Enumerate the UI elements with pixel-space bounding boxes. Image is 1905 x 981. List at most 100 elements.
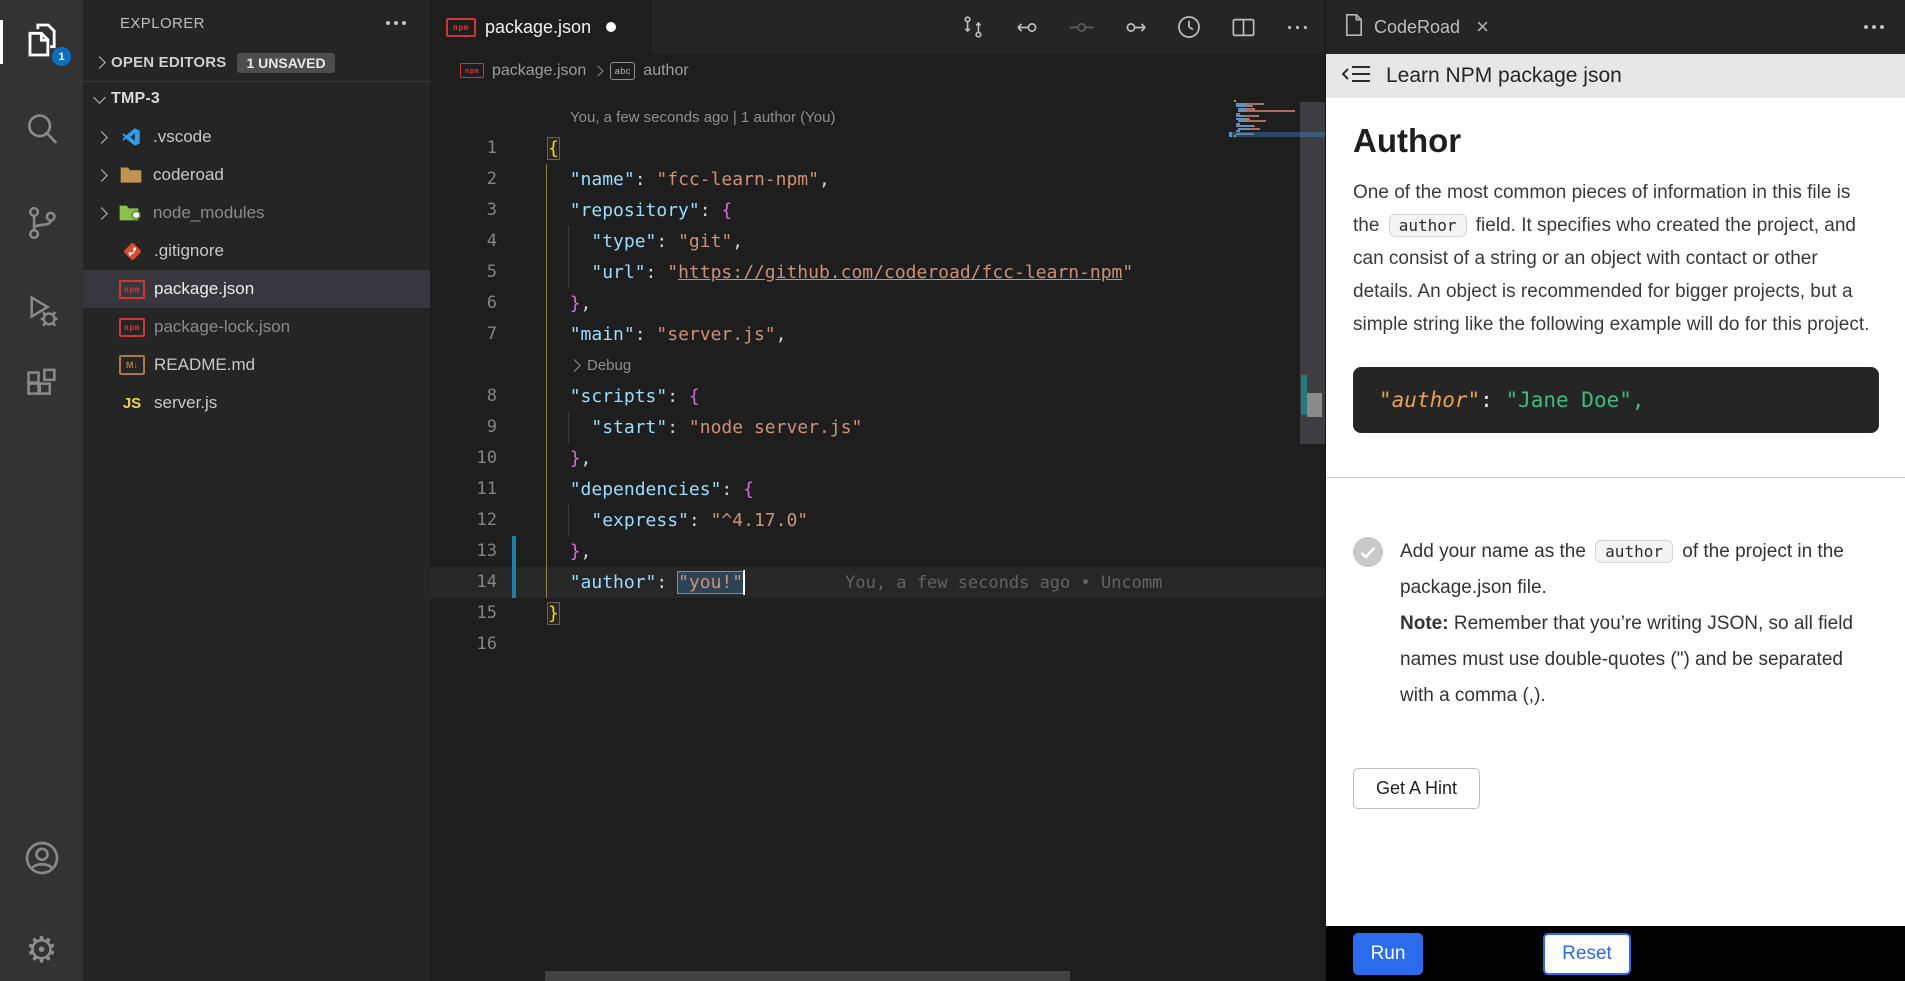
npm-icon: npm xyxy=(119,279,145,299)
editor-more-actions-icon[interactable] xyxy=(1277,7,1317,47)
codelens-debug[interactable]: Debug xyxy=(430,350,1325,381)
inline-blame: You, a few seconds ago • Uncomm xyxy=(845,573,1162,593)
code-line-9[interactable]: 9 "start": "node server.js" xyxy=(430,412,1325,443)
breadcrumb: npm package.json abc author xyxy=(430,54,1325,87)
code-line-7[interactable]: 7 "main": "server.js", xyxy=(430,319,1325,350)
breadcrumb-file[interactable]: package.json xyxy=(492,62,586,80)
get-a-hint-button[interactable]: Get A Hint xyxy=(1353,768,1480,809)
task-check-icon xyxy=(1353,537,1383,567)
clock-icon[interactable] xyxy=(1169,7,1209,47)
npm-file-icon: npm xyxy=(460,63,484,78)
code-line-10[interactable]: 10 }, xyxy=(430,443,1325,474)
folder-icon xyxy=(118,165,144,185)
file-item-package-lock-json[interactable]: npmpackage-lock.json xyxy=(83,308,430,346)
extensions-icon xyxy=(23,366,61,411)
play-outline-icon xyxy=(568,359,581,372)
step-back-icon[interactable] xyxy=(1007,7,1047,47)
activity-explorer-button[interactable]: 1 xyxy=(0,16,83,68)
split-editor-icon[interactable] xyxy=(1223,7,1263,47)
unsaved-badge: 1 UNSAVED xyxy=(237,53,334,73)
run-and-debug-icon xyxy=(23,291,61,336)
reset-button[interactable]: Reset xyxy=(1543,933,1631,975)
code-line-3[interactable]: 3 "repository": { xyxy=(430,195,1325,226)
code-line-5[interactable]: 5 "url": "https://github.com/coderoad/fc… xyxy=(430,257,1325,288)
chevron-right-icon xyxy=(95,207,108,220)
vscode-window: 1 xyxy=(0,0,1905,981)
code-line-14[interactable]: 14 "author": "you!"You, a few seconds ag… xyxy=(430,567,1325,598)
project-root-header[interactable]: TMP-3 xyxy=(83,82,430,116)
editor-actions xyxy=(953,0,1317,54)
activity-accounts-button[interactable] xyxy=(0,834,83,886)
inline-code-author: author xyxy=(1595,540,1673,563)
code-line-11[interactable]: 11 "dependencies": { xyxy=(430,474,1325,505)
explorer-more-actions-icon[interactable] xyxy=(382,17,410,29)
file-item-node-modules[interactable]: node_modules xyxy=(83,194,430,232)
step-description: One of the most common pieces of informa… xyxy=(1353,176,1879,341)
code-line-1[interactable]: 1{ xyxy=(430,133,1325,164)
activity-search-button[interactable] xyxy=(0,105,83,157)
vertical-scrollbar[interactable] xyxy=(1300,102,1325,444)
unsaved-dot-icon xyxy=(606,22,616,32)
editor-group: npm package.json xyxy=(430,0,1325,981)
activity-settings-button[interactable]: ⚙ xyxy=(0,924,83,976)
tab-package-json[interactable]: npm package.json xyxy=(430,0,652,54)
git-icon xyxy=(119,241,145,261)
code-line-15[interactable]: 15} xyxy=(430,598,1325,629)
js-icon: JS xyxy=(119,393,145,413)
collapse-menu-icon[interactable] xyxy=(1342,63,1372,90)
npm-file-icon: npm xyxy=(446,18,476,37)
file-item--gitignore[interactable]: .gitignore xyxy=(83,232,430,270)
code-line-16[interactable]: 16 xyxy=(430,629,1325,660)
breadcrumb-symbol[interactable]: author xyxy=(643,62,688,80)
chevron-right-icon xyxy=(95,131,108,144)
file-item-coderoad[interactable]: coderoad xyxy=(83,156,430,194)
activity-run-debug-button[interactable] xyxy=(0,287,83,339)
account-icon xyxy=(22,837,62,884)
activity-source-control-button[interactable] xyxy=(0,199,83,251)
symbol-string-icon: abc xyxy=(610,62,635,80)
source-control-icon xyxy=(23,203,61,248)
activity-bar: 1 xyxy=(0,0,83,981)
chevron-right-icon xyxy=(93,56,106,69)
tutorial-content: Author One of the most common pieces of … xyxy=(1326,98,1905,926)
markdown-icon: M↓ xyxy=(119,355,145,375)
code-editor[interactable]: You, a few seconds ago | 1 author (You)1… xyxy=(430,87,1325,981)
search-icon xyxy=(23,109,61,154)
horizontal-scrollbar[interactable] xyxy=(545,971,1070,981)
explorer-badge: 1 xyxy=(52,47,71,66)
file-item-server-js[interactable]: JSserver.js xyxy=(83,384,430,422)
current-step-icon[interactable] xyxy=(1061,7,1101,47)
minimap[interactable] xyxy=(1234,100,1298,140)
file-item-package-json[interactable]: npmpackage.json xyxy=(83,270,430,308)
scrollbar-thumb[interactable] xyxy=(1307,393,1322,417)
explorer-sidebar: EXPLORER OPEN EDITORS 1 UNSAVED TMP-3 .v… xyxy=(83,0,430,981)
npm-icon: npm xyxy=(119,317,145,337)
file-item-readme-md[interactable]: M↓README.md xyxy=(83,346,430,384)
file-tree: .vscodecoderoadnode_modules.gitignorenpm… xyxy=(83,118,430,422)
coderoad-panel: CodeRoad × Learn NPM package json Author… xyxy=(1325,0,1905,981)
code-line-8[interactable]: 8 "scripts": { xyxy=(430,381,1325,412)
file-item--vscode[interactable]: .vscode xyxy=(83,118,430,156)
panel-footer: Run Reset xyxy=(1326,926,1905,981)
activity-extensions-button[interactable] xyxy=(0,362,83,414)
open-changes-icon[interactable] xyxy=(953,7,993,47)
tab-coderoad[interactable]: CodeRoad × xyxy=(1326,0,1505,54)
code-lines: You, a few seconds ago | 1 author (You)1… xyxy=(430,87,1325,660)
panel-more-actions-icon[interactable] xyxy=(1860,21,1888,33)
code-line-13[interactable]: 13 }, xyxy=(430,536,1325,567)
step-forward-icon[interactable] xyxy=(1115,7,1155,47)
close-icon[interactable]: × xyxy=(1476,16,1489,38)
task-item: Add your name as the author of the proje… xyxy=(1353,534,1879,714)
modified-gutter-mark xyxy=(512,567,516,598)
nodefolder-icon xyxy=(118,203,144,223)
code-line-4[interactable]: 4 "type": "git", xyxy=(430,226,1325,257)
file-icon xyxy=(1344,13,1364,42)
code-line-12[interactable]: 12 "express": "^4.17.0" xyxy=(430,505,1325,536)
code-line-6[interactable]: 6 }, xyxy=(430,288,1325,319)
chevron-down-icon xyxy=(93,91,106,104)
run-button[interactable]: Run xyxy=(1353,933,1423,975)
code-line-2[interactable]: 2 "name": "fcc-learn-npm", xyxy=(430,164,1325,195)
chevron-right-icon xyxy=(95,169,108,182)
open-editors-header[interactable]: OPEN EDITORS 1 UNSAVED xyxy=(83,46,430,79)
text-cursor xyxy=(743,570,745,595)
